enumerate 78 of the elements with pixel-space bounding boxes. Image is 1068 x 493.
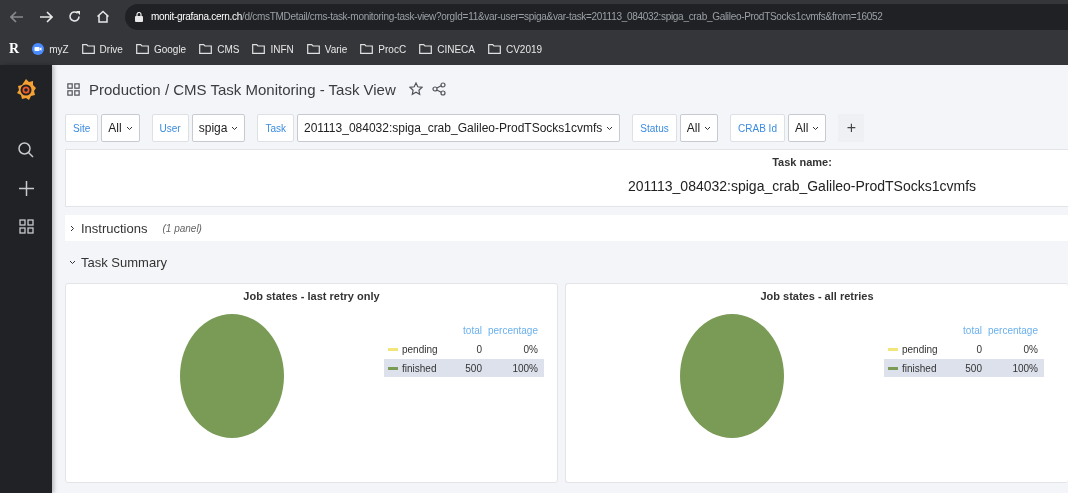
- reload-icon[interactable]: [68, 10, 81, 23]
- caret-icon: [606, 125, 614, 131]
- forward-icon[interactable]: [39, 10, 53, 23]
- legend-swatch: [388, 347, 398, 351]
- legend-value: 100%: [1011, 362, 1039, 374]
- caret-icon: [125, 125, 133, 131]
- legend-label: finished: [402, 362, 438, 374]
- row-header[interactable]: Task Summary: [65, 249, 1068, 275]
- legend-value: 0: [475, 343, 482, 355]
- variable-label: CRAB Id: [730, 114, 785, 142]
- lock-icon: [135, 11, 143, 22]
- folder-icon: [135, 44, 149, 54]
- dashboards-icon[interactable]: [18, 219, 34, 234]
- camera-icon: [32, 43, 45, 55]
- url-text: monit-grafana.cern.ch/d/cmsTMDetail/cms-task-monitoring-task-view?orgId=11&var-user=spiga&var-task=201113_084032:spiga_crab_Galileo-ProdTSocks1cvmfs&from=16052: [151, 11, 883, 22]
- dashboards-icon[interactable]: [67, 82, 80, 96]
- back-icon[interactable]: [10, 10, 24, 23]
- legend-swatch: [888, 347, 898, 351]
- star-icon[interactable]: [408, 82, 423, 96]
- panel-title: Job states - last retry only: [243, 290, 380, 302]
- task-name: 201113_084032:spiga_crab_Galileo-ProdTSocks1cvmfs: [627, 178, 977, 194]
- folder-icon: [487, 44, 501, 54]
- grafana-logo[interactable]: [15, 78, 37, 102]
- variable-dropdown[interactable]: All: [101, 114, 140, 142]
- legend-swatch: [888, 366, 898, 370]
- variable-label: Task: [257, 114, 294, 142]
- bookmark[interactable]: ProcC: [360, 43, 407, 55]
- variable-dropdown[interactable]: 201113_084032:spiga_crab_Galileo-ProdTSocks1cvmfs: [296, 114, 621, 142]
- legend-value: 500: [464, 362, 482, 374]
- folder-icon: [199, 44, 213, 54]
- variable-dropdown[interactable]: spiga: [191, 114, 246, 142]
- legend-value: 0%: [1022, 343, 1039, 355]
- search-icon[interactable]: [18, 142, 34, 158]
- variable-label: Status: [632, 114, 677, 142]
- plus-icon[interactable]: [18, 181, 34, 196]
- legend-row[interactable]: pending 0 0%: [884, 340, 1044, 358]
- variable-dropdown[interactable]: All: [787, 114, 827, 142]
- legend-value: 0: [975, 343, 982, 355]
- legend-label: finished: [902, 362, 938, 374]
- legend-value: 0%: [522, 343, 539, 355]
- panel-heading: Task name:: [772, 156, 832, 168]
- caret-icon: [231, 125, 239, 131]
- legend-value: 100%: [511, 362, 539, 374]
- bookmark[interactable]: CMS: [199, 43, 240, 55]
- bookmark[interactable]: Google: [135, 43, 187, 55]
- folder-icon: [419, 44, 433, 54]
- legend-label: pending: [402, 343, 439, 355]
- bookmark[interactable]: CV2019: [487, 43, 543, 55]
- add-variable-button[interactable]: +: [838, 114, 865, 142]
- folder-icon: [306, 44, 320, 54]
- bookmark[interactable]: Drive: [81, 43, 123, 55]
- address-bar[interactable]: monit-grafana.cern.ch/d/cmsTMDetail/cms-task-monitoring-task-view?orgId=11&var-user=spiga&var-task=201113_084032:spiga_crab_Galileo-ProdTSocks1cvmfs&from=16052: [125, 3, 1068, 30]
- home-icon[interactable]: [96, 10, 110, 23]
- caret-icon: [812, 125, 820, 131]
- chevron-icon: [69, 224, 76, 232]
- folder-icon: [360, 44, 374, 54]
- bookmark[interactable]: INFN: [252, 43, 294, 55]
- variable-label: User: [151, 114, 189, 142]
- share-icon[interactable]: [431, 82, 446, 96]
- bookmark[interactable]: CINECA: [419, 43, 475, 55]
- legend-label: pending: [902, 343, 939, 355]
- legend-value: 500: [964, 362, 982, 374]
- variable-dropdown[interactable]: All: [679, 114, 719, 142]
- row-header[interactable]: Instructions (1 panel): [65, 215, 1068, 241]
- folder-icon: [252, 44, 266, 54]
- dashboard-title[interactable]: Production / CMS Task Monitoring - Task View: [89, 80, 396, 98]
- chevron-icon: [69, 258, 76, 266]
- bookmark[interactable]: myZ: [32, 43, 69, 55]
- folder-icon: [81, 44, 95, 54]
- caret-icon: [704, 125, 712, 131]
- bookmark[interactable]: Varie: [306, 43, 348, 55]
- legend-swatch: [388, 366, 398, 370]
- legend-row[interactable]: finished 500 100%: [884, 359, 1044, 377]
- variable-label: Site: [65, 114, 99, 142]
- legend-row[interactable]: finished 500 100%: [384, 359, 544, 377]
- panel-title: Job states - all retries: [760, 290, 874, 302]
- site-logo[interactable]: R: [9, 41, 20, 57]
- legend-row[interactable]: pending 0 0%: [384, 340, 544, 358]
